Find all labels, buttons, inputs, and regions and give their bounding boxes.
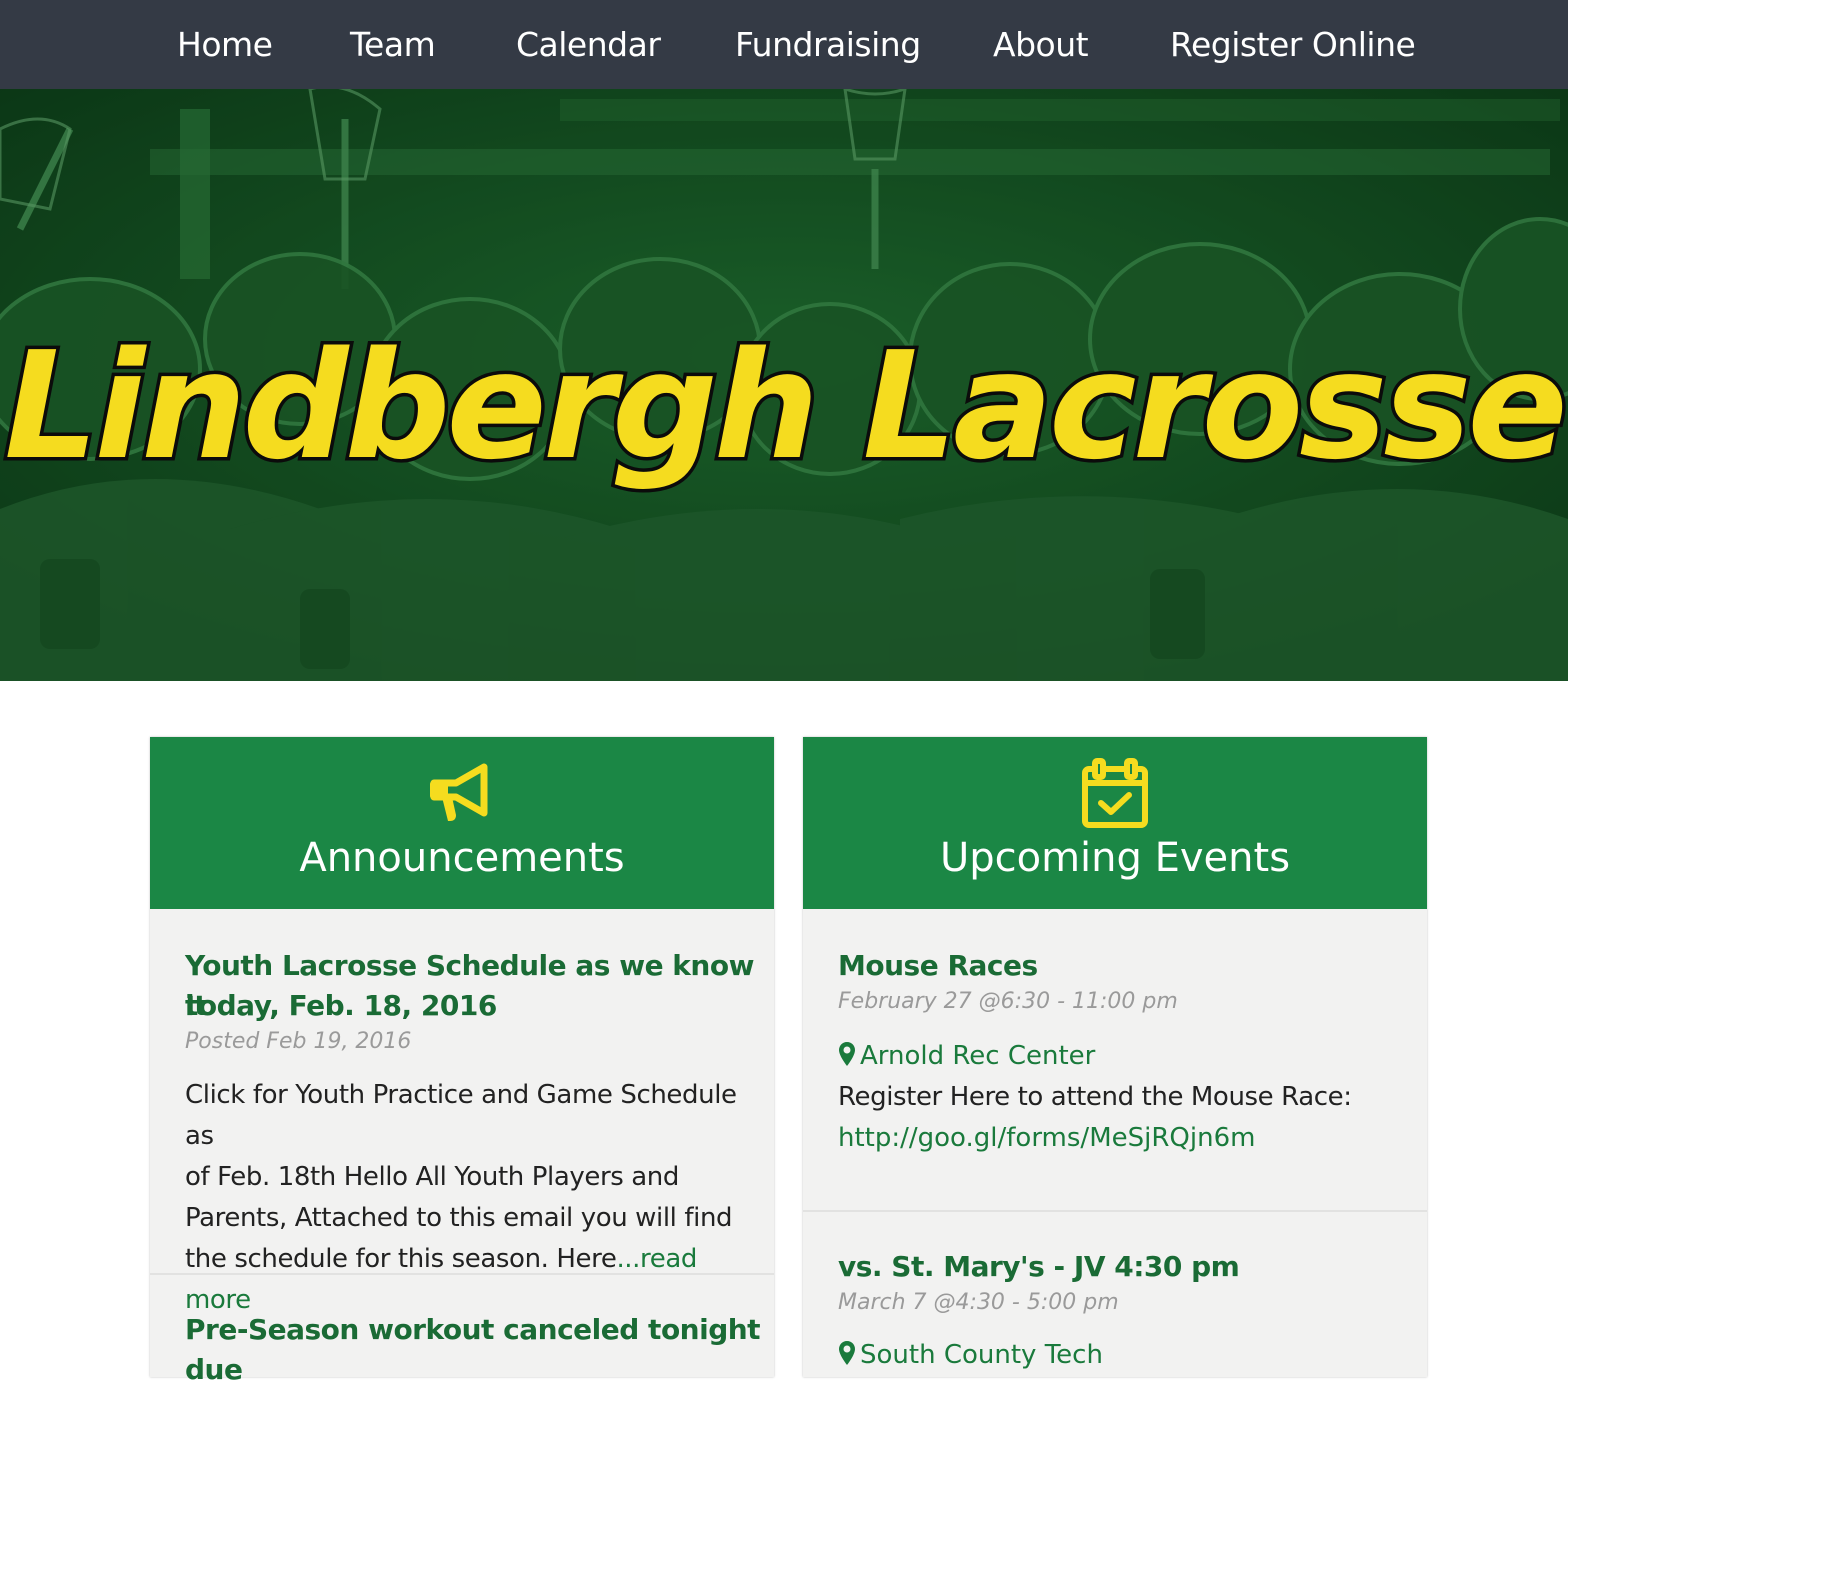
event-date: March 7 @4:30 - 5:00 pm [838, 1290, 1119, 1315]
excerpt-text: the schedule for this season. Here [185, 1244, 617, 1274]
divider [803, 1210, 1427, 1212]
nav-register-online-link[interactable]: Register Online [1170, 22, 1416, 68]
announcements-panel: Announcements Youth Lacrosse Schedule as… [150, 737, 774, 1386]
announcement-title-line[interactable]: today, Feb. 18, 2016 [185, 986, 497, 1026]
event-location-link[interactable]: South County Tech [838, 1337, 1103, 1373]
top-navigation: Home Team Calendar Fundraising About Reg… [0, 0, 1568, 89]
events-heading: Upcoming Events [939, 835, 1291, 881]
event-registration-link[interactable]: http://goo.gl/forms/MeSjRQjn6m [838, 1118, 1255, 1159]
calendar-check-icon [1082, 758, 1148, 828]
event-location: Arnold Rec Center [860, 1041, 1096, 1071]
event-date: February 27 @6:30 - 11:00 pm [838, 989, 1178, 1014]
announcements-header: Announcements [150, 737, 774, 909]
upcoming-events-panel: Upcoming Events Mouse Races February 27 … [803, 737, 1427, 1377]
divider [150, 1273, 774, 1275]
nav-calendar-link[interactable]: Calendar [516, 22, 661, 68]
excerpt-line: Click for Youth Practice and Game Schedu… [185, 1080, 737, 1151]
announcements-heading: Announcements [299, 835, 625, 881]
nav-about-link[interactable]: About [993, 22, 1089, 68]
megaphone-icon [430, 763, 488, 821]
event-title[interactable]: vs. St. Mary's - JV 4:30 pm [838, 1247, 1240, 1287]
announcement-excerpt: Click for Youth Practice and Game Schedu… [185, 1075, 745, 1321]
announcement-posted-date: Posted Feb 19, 2016 [185, 1029, 412, 1054]
excerpt-line: the schedule for this season. Here...rea… [185, 1239, 745, 1321]
excerpt-line: of Feb. 18th Hello All Youth Players and [185, 1162, 679, 1192]
nav-home-link[interactable]: Home [177, 22, 273, 68]
map-pin-icon [839, 1042, 855, 1066]
site-title: Lindbergh Lacrosse [1, 318, 1568, 495]
event-location: South County Tech [860, 1340, 1103, 1370]
excerpt-line: Parents, Attached to this email you will… [185, 1203, 733, 1233]
nav-team-link[interactable]: Team [350, 22, 436, 68]
nav-fundraising-link[interactable]: Fundraising [735, 22, 921, 68]
hero-banner: Lindbergh Lacrosse [0, 89, 1568, 681]
events-header: Upcoming Events [803, 737, 1427, 909]
event-location-link[interactable]: Arnold Rec Center [838, 1038, 1095, 1074]
announcement-title-line[interactable]: Pre-Season workout canceled tonight due [185, 1310, 774, 1390]
event-title[interactable]: Mouse Races [838, 946, 1038, 986]
map-pin-icon [839, 1341, 855, 1365]
event-description: Register Here to attend the Mouse Race: [838, 1082, 1352, 1112]
